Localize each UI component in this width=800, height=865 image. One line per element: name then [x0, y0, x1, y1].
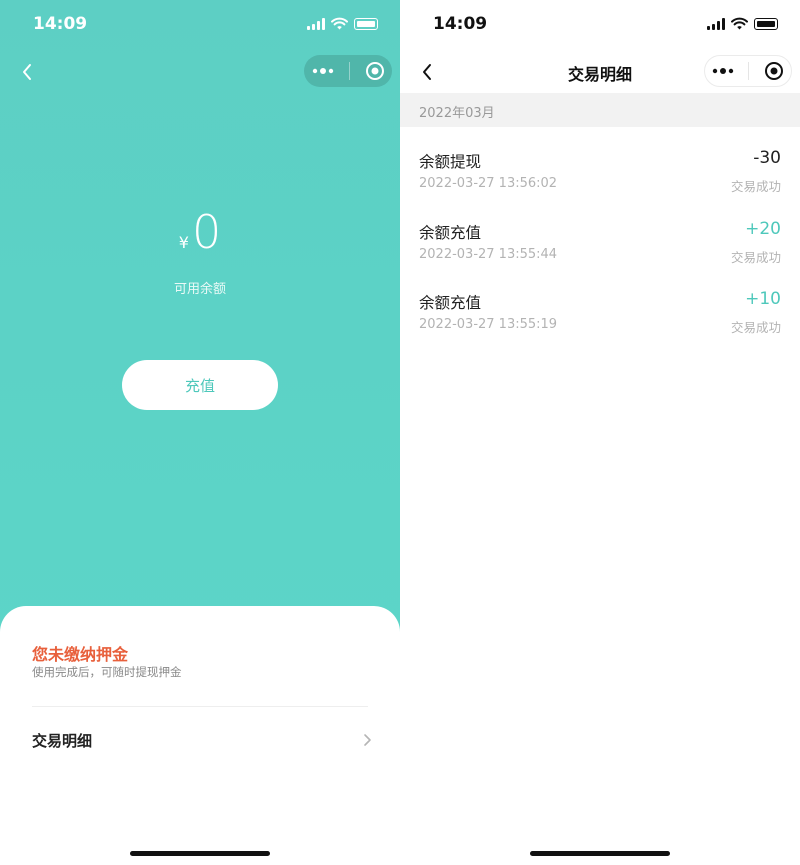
recharge-button[interactable]: 充值: [122, 360, 278, 410]
battery-icon: [354, 17, 378, 30]
chevron-right-icon: [364, 734, 371, 746]
target-close-icon[interactable]: [365, 61, 385, 81]
more-dots-icon[interactable]: [712, 67, 734, 75]
mini-program-capsule: [704, 55, 792, 87]
signal-icon: [707, 17, 725, 30]
status-time: 14:09: [433, 14, 488, 34]
transaction-details-screen: 14:09 交易明细 2022年03月 余额提现 2022-03-27 13:5…: [400, 0, 800, 865]
transaction-title: 余额提现: [419, 153, 482, 171]
transaction-status: 交易成功: [730, 320, 781, 335]
transaction-datetime: 2022-03-27 13:56:02: [419, 176, 558, 191]
transaction-details-label: 交易明细: [32, 731, 93, 750]
transaction-status: 交易成功: [730, 179, 781, 194]
deposit-status-subtitle: 使用完成后，可随时提现押金: [32, 665, 182, 679]
mini-program-capsule: [304, 55, 392, 87]
wifi-icon: [731, 17, 748, 30]
more-dots-icon[interactable]: [312, 67, 334, 75]
divider: [32, 706, 368, 707]
target-close-icon[interactable]: [764, 61, 784, 81]
status-time: 14:09: [33, 14, 88, 34]
balance-label: 可用余额: [173, 282, 226, 297]
capsule-divider: [348, 62, 350, 80]
transaction-row[interactable]: 余额充值 2022-03-27 13:55:19 +10 交易成功: [400, 289, 800, 361]
balance-amount: 0: [191, 205, 222, 259]
signal-icon: [307, 17, 325, 30]
transaction-row[interactable]: 余额提现 2022-03-27 13:56:02 -30 交易成功: [400, 148, 800, 220]
home-indicator: [130, 851, 270, 856]
wallet-screen: 14:09 ¥0 可用余额 充值 您未缴纳押金 使用完成后，可随时提现押金 交易…: [0, 0, 400, 865]
transaction-amount: +10: [745, 289, 781, 309]
currency-symbol: ¥: [178, 233, 189, 252]
transaction-row[interactable]: 余额充值 2022-03-27 13:55:44 +20 交易成功: [400, 219, 800, 291]
deposit-status-title: 您未缴纳押金: [32, 645, 129, 664]
battery-icon: [754, 17, 778, 30]
transaction-datetime: 2022-03-27 13:55:44: [419, 247, 558, 262]
back-arrow-icon[interactable]: [16, 60, 40, 84]
transaction-amount: +20: [745, 219, 781, 239]
status-bar: 14:09: [400, 0, 800, 50]
month-label: 2022年03月: [419, 106, 495, 121]
status-bar: 14:09: [0, 0, 400, 50]
wifi-icon: [331, 17, 348, 30]
transaction-details-link[interactable]: 交易明细: [32, 726, 372, 754]
balance-display: ¥0: [0, 205, 400, 259]
transaction-title: 余额充值: [419, 224, 482, 242]
home-indicator: [530, 851, 670, 856]
capsule-divider: [748, 62, 750, 80]
transaction-datetime: 2022-03-27 13:55:19: [419, 317, 558, 332]
month-header: 2022年03月: [400, 93, 800, 127]
transaction-status: 交易成功: [730, 250, 781, 265]
transaction-title: 余额充值: [419, 294, 482, 312]
transaction-amount: -30: [753, 148, 781, 168]
